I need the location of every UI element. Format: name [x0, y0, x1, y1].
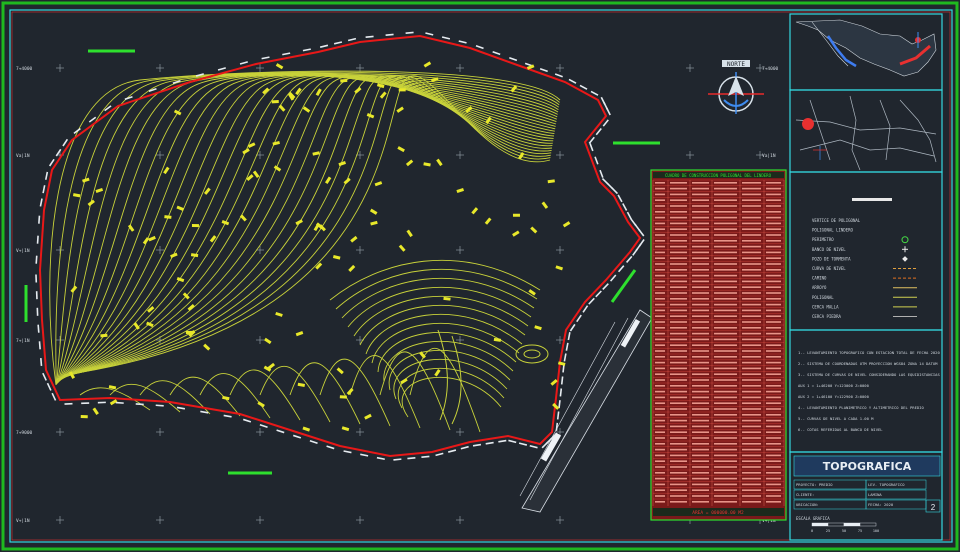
title-row-right: FECHA: 2020 — [868, 502, 894, 507]
grid-label-left: 7+4000 — [16, 66, 33, 72]
title-row-right: LAMINA — [868, 492, 882, 497]
note-line: 3.- SISTEMA DE CURVAS DE NIVEL CONSIDERA… — [798, 372, 940, 377]
note-line: 5.- CURVAS DE NIVEL A CADA 1.00 M — [798, 416, 874, 421]
legend-item-label: CURVA DE NIVEL — [812, 266, 846, 271]
note-line: 1.- LEVANTAMIENTO TOPOGRAFICO CON ESTACI… — [798, 350, 940, 355]
north-label: NORTE — [727, 61, 745, 68]
table-title: CUADRO DE CONSTRUCCION POLIGONAL DEL LIN… — [665, 173, 772, 178]
grid-label-left: 7+|1N — [16, 338, 30, 344]
grid-label-left: 7+9000 — [16, 430, 33, 436]
legend-item-label: POLIGONAL — [812, 295, 834, 300]
legend-item-label: CAMINO — [812, 276, 827, 281]
title-row-left: PROYECTO: PREDIO — [796, 482, 833, 487]
scale-tick-label: 50 — [842, 529, 846, 533]
grid-label-left: V+|1N — [16, 248, 30, 254]
legend-item-label: CERCA MALLA — [812, 304, 839, 309]
scale-tick-label: 0 — [811, 529, 813, 533]
scale-tick-label: 25 — [826, 529, 830, 533]
grid-label-right: Va|1N — [762, 153, 776, 159]
scale-tick-label: 75 — [858, 529, 862, 533]
north-arrow: NORTE — [708, 60, 764, 114]
title-row-left: UBICACION: — [796, 502, 819, 507]
scale-tick-label: 100 — [873, 529, 879, 533]
coordinate-table: CUADRO DE CONSTRUCCION POLIGONAL DEL LIN… — [650, 169, 787, 521]
legend-item-label: POZO DE TORMENTA — [812, 256, 851, 261]
legend: VERTICE DE POLIGONAL POLIGONAL LINDERO PER… — [812, 198, 917, 319]
title-row-right: LEV. TOPOGRAFICO — [868, 482, 905, 487]
sheet-number: 2 — [931, 503, 936, 512]
legend-hex-icon — [901, 236, 909, 244]
table-footer: AREA = 000000.00 M2 — [692, 510, 744, 516]
contour-lines — [49, 70, 561, 433]
title-block: TOPOGRAFICA PROYECTO: PREDIO LEV. TOPOGRA… — [793, 455, 941, 533]
note-line: 6.- COTAS REFERIDAS AL BANCO DE NIVEL — [798, 427, 883, 432]
legend-item-label: ARROYO — [812, 285, 827, 290]
grid-label-left: Va|1N — [16, 153, 30, 159]
legend-item-label: VERTICE DE POLIGONAL — [812, 218, 861, 223]
title-block-title: TOPOGRAFICA — [823, 460, 912, 473]
general-notes: 1.- LEVANTAMIENTO TOPOGRAFICO CON ESTACI… — [798, 350, 940, 432]
grid-label-right: 7+4000 — [762, 66, 779, 72]
grid-label-left: V+|1N — [16, 518, 30, 524]
road — [519, 309, 653, 513]
location-map-country — [795, 19, 937, 77]
legend-item-label: BANCO DE NIVEL — [812, 247, 846, 252]
note-line: AUX 1 = 1+46200 Y=123000 Z=0000 — [798, 383, 870, 388]
location-map-local — [795, 95, 937, 171]
note-line: 2.- SISTEMA DE COORDENADAS UTM PROYECCIO… — [798, 361, 938, 366]
green-markers — [24, 49, 660, 475]
note-line: AUX 2 = 1+46100 Y=122900 Z=0000 — [798, 394, 870, 399]
legend-item-label: CERCA PIEDRA — [812, 314, 841, 319]
legend-item-label: POLIGONAL LINDERO — [812, 228, 854, 233]
legend-diamond-icon — [902, 256, 908, 262]
scale-label: ESCALA GRAFICA — [796, 516, 830, 521]
title-row-left: CLIENTE: — [796, 492, 814, 497]
cad-drawing-canvas[interactable]: 7+4000 Va|1N V+|1N 7+|1N 7+9000 V+|1N 7+4000 Va… — [0, 0, 960, 552]
legend-item-label: PERIMETRO — [812, 237, 834, 242]
note-line: 4.- LEVANTAMIENTO PLANIMETRICO Y ALTIMET… — [798, 405, 924, 410]
